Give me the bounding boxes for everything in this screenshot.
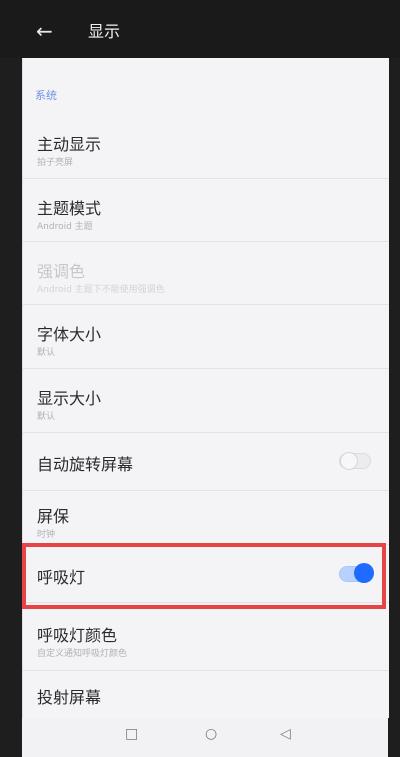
setting-subtitle: 时钟	[37, 530, 56, 540]
auto-rotate-toggle[interactable]	[339, 452, 371, 470]
back-arrow-icon[interactable]: ←	[36, 20, 58, 42]
page-title: 显示	[88, 22, 121, 41]
top-app-bar: ← 显示	[0, 0, 400, 58]
setting-subtitle: 默认	[37, 348, 56, 358]
highlight-box	[22, 543, 386, 609]
toggle-knob	[340, 452, 358, 470]
phone-screen: ← 显示 系统 主动显示 拍子亮屏 主题模式 Android 主题 强调色 An…	[0, 0, 400, 757]
square-icon[interactable]: □	[125, 727, 138, 741]
setting-font-size[interactable]: 字体大小 默认	[23, 304, 389, 369]
setting-accent-color: 强调色 Android 主题下不能使用强调色	[23, 241, 389, 305]
setting-subtitle: Android 主题	[37, 222, 93, 232]
setting-breathing-light-color[interactable]: 呼吸灯颜色 自定义通知呼吸灯颜色	[23, 602, 389, 671]
setting-screensaver[interactable]: 屏保 时钟	[23, 490, 389, 545]
setting-title: 字体大小	[37, 325, 102, 344]
navigation-bar: □ ○ ◁	[22, 718, 388, 757]
triangle-back-icon[interactable]: ◁	[280, 727, 291, 741]
setting-subtitle: Android 主题下不能使用强调色	[37, 285, 165, 295]
circle-icon[interactable]: ○	[205, 727, 217, 741]
setting-title: 主动显示	[37, 135, 102, 154]
setting-title: 显示大小	[37, 389, 102, 408]
setting-title: 呼吸灯颜色	[37, 626, 118, 645]
setting-theme-mode[interactable]: 主题模式 Android 主题	[23, 178, 389, 242]
setting-title: 自动旋转屏幕	[37, 455, 134, 474]
setting-subtitle: 拍子亮屏	[37, 158, 74, 168]
settings-panel: 系统 主动显示 拍子亮屏 主题模式 Android 主题 强调色 Android…	[22, 58, 389, 718]
setting-screen-cast[interactable]: 投射屏幕	[23, 670, 389, 718]
setting-subtitle: 自定义通知呼吸灯颜色	[37, 649, 128, 659]
setting-title: 屏保	[37, 507, 70, 526]
section-label-system: 系统	[35, 89, 57, 102]
setting-title: 主题模式	[37, 199, 102, 218]
setting-title: 强调色	[37, 262, 86, 281]
setting-subtitle: 默认	[37, 412, 56, 422]
setting-auto-rotate[interactable]: 自动旋转屏幕	[23, 432, 389, 491]
setting-title: 投射屏幕	[37, 688, 102, 707]
setting-active-display[interactable]: 主动显示 拍子亮屏	[23, 116, 389, 179]
setting-display-size[interactable]: 显示大小 默认	[23, 368, 389, 433]
